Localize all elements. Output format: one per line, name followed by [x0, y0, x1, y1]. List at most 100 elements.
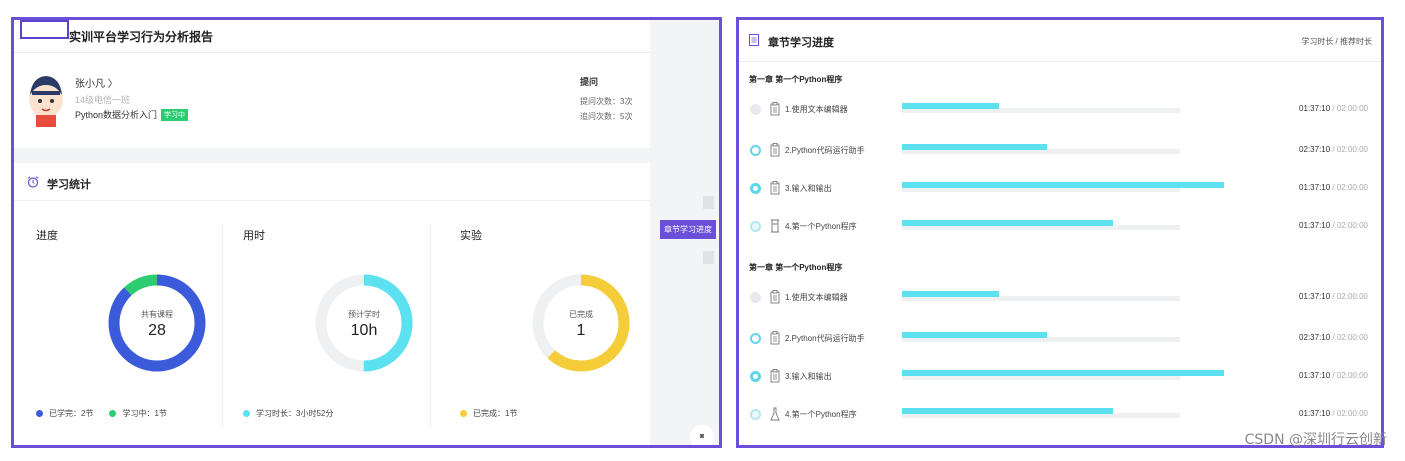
lesson-name: 1.使用文本编辑器 [785, 105, 848, 114]
time-title: 用时 [243, 230, 265, 242]
lesson-row[interactable]: 3.输入和输出 01:37:10 / 02:00:00 [739, 179, 1381, 199]
scroll-down-handle[interactable] [703, 251, 714, 264]
chapter-progress-button[interactable]: 章节学习进度 [660, 220, 716, 239]
column-divider [222, 223, 223, 428]
progress-stat: 进度 共有课程 28 已学完：2节 学习中：1节 [36, 201, 226, 445]
legend-dot [243, 410, 250, 417]
legend-experiment-label: 已完成：1节 [473, 409, 518, 418]
recommended-time: / 02:00:00 [1330, 333, 1368, 342]
study-time: 01:37:10 [1299, 104, 1331, 113]
lesson-name: 4.第一个Python程序 [785, 410, 857, 419]
legend-dot [36, 410, 43, 417]
study-time: 01:37:10 [1299, 183, 1331, 192]
progress-fill [902, 182, 1224, 188]
lesson-row[interactable]: 3.输入和输出 01:37:10 / 02:00:00 [739, 367, 1381, 387]
lesson-row[interactable]: 2.Python代码运行助手 02:37:10 / 02:00:00 [739, 329, 1381, 349]
document-icon [770, 369, 780, 383]
document-icon [770, 143, 780, 157]
chapter-title: 第一章 第一个Python程序 [749, 263, 843, 272]
progress-fill [902, 332, 1047, 338]
back-to-top-button[interactable]: ◙ [690, 425, 714, 445]
experiment-donut: 已完成 1 [530, 259, 632, 387]
legend-learning-label: 学习中：1节 [122, 409, 167, 418]
legend-learned: 已学完：2节 [36, 408, 93, 419]
time-legend: 学习时长：3小时52分 [243, 408, 333, 419]
recommended-time: / 02:00:00 [1330, 292, 1368, 301]
progress-donut: 共有课程 28 [106, 259, 208, 387]
report-header: 实训平台学习行为分析报告 [14, 20, 650, 53]
lesson-status-icon [750, 292, 761, 303]
column-divider [430, 223, 431, 428]
lesson-name: 2.Python代码运行助手 [785, 334, 865, 343]
progress-center-value: 28 [148, 322, 166, 339]
recommended-time: / 02:00:00 [1330, 409, 1368, 418]
progress-fill [902, 144, 1047, 150]
lesson-status-icon [750, 104, 761, 115]
lesson-time: 02:37:10 / 02:00:00 [1299, 145, 1368, 154]
study-time: 01:37:10 [1299, 221, 1331, 230]
time-stat: 用时 预计学时 10h 学习时长：3小时52分 [243, 201, 433, 445]
progress-center-label: 共有课程 [141, 310, 173, 319]
lesson-name: 2.Python代码运行助手 [785, 146, 865, 155]
progress-fill [902, 408, 1113, 414]
scroll-up-handle[interactable] [703, 196, 714, 209]
progress-fill [902, 103, 999, 109]
lesson-time: 01:37:10 / 02:00:00 [1299, 221, 1368, 230]
lesson-time: 02:37:10 / 02:00:00 [1299, 333, 1368, 342]
lab-icon [770, 219, 780, 233]
legend-dot [109, 410, 117, 417]
lesson-time: 01:37:10 / 02:00:00 [1299, 183, 1368, 192]
course-row: Python数据分析入门 学习中 [75, 108, 189, 121]
student-name[interactable]: 张小凡 〉 [75, 75, 118, 90]
document-icon [770, 181, 780, 195]
student-profile-card: 张小凡 〉 14级电信一班 Python数据分析入门 学习中 提问 提问次数：3… [14, 53, 650, 148]
time-center-value: 10h [350, 322, 378, 339]
lesson-row[interactable]: 4.第一个Python程序 01:37:10 / 02:00:00 [739, 405, 1381, 425]
lesson-row[interactable]: 2.Python代码运行助手 02:37:10 / 02:00:00 [739, 141, 1381, 161]
lesson-status-icon [750, 333, 761, 344]
course-name: Python数据分析入门 [75, 110, 158, 120]
lesson-row[interactable]: 1.使用文本编辑器 01:37:10 / 02:00:00 [739, 100, 1381, 120]
recommended-time: / 02:00:00 [1330, 221, 1368, 230]
recommended-time: / 02:00:00 [1330, 104, 1368, 113]
legend-learning: 学习中：1节 [109, 408, 167, 419]
experiment-center-value: 1 [576, 322, 586, 339]
progress-fill [902, 220, 1113, 226]
lesson-row[interactable]: 4.第一个Python程序 01:37:10 / 02:00:00 [739, 217, 1381, 237]
experiment-legend: 已完成：1节 [460, 408, 517, 419]
document-icon [770, 331, 780, 345]
question-count: 提问次数：3次 [580, 97, 633, 106]
study-time: 01:37:10 [1299, 409, 1331, 418]
study-time: 02:37:10 [1299, 333, 1331, 342]
progress-fill [902, 291, 999, 297]
student-class: 14级电信一班 [75, 95, 131, 105]
lesson-time: 01:37:10 / 02:00:00 [1299, 409, 1368, 418]
side-toolbar: 章节学习进度 ◙ [650, 20, 719, 445]
watermark: CSDN @深圳行云创新 [1244, 432, 1387, 448]
list-document-icon [749, 34, 759, 46]
legend-dot [460, 410, 467, 417]
report-panel: 实训平台学习行为分析报告 张小凡 〉 14级电信一班 Python数据分析入门 … [11, 17, 722, 448]
status-badge: 学习中 [161, 108, 189, 121]
experiment-title: 实验 [460, 230, 482, 242]
legend-learned-label: 已学完：2节 [49, 409, 94, 418]
lesson-status-icon [750, 221, 761, 232]
time-center-label: 预计学时 [348, 310, 380, 319]
report-title: 实训平台学习行为分析报告 [69, 30, 214, 44]
alarm-clock-icon [27, 176, 39, 188]
study-time: 01:37:10 [1299, 371, 1331, 380]
time-donut: 预计学时 10h [313, 259, 415, 387]
lesson-name: 1.使用文本编辑器 [785, 293, 848, 302]
follow-up-count: 追问次数：5次 [580, 112, 633, 121]
progress-title: 进度 [36, 230, 58, 242]
lesson-status-icon [750, 145, 761, 156]
lesson-status-icon [750, 183, 761, 194]
lesson-name: 3.输入和输出 [785, 184, 832, 193]
chapter-panel-header: 章节学习进度 学习时长 / 推荐时长 [739, 20, 1381, 62]
legend-experiment: 已完成：1节 [460, 408, 517, 419]
avatar [29, 76, 63, 127]
logo-placeholder [20, 20, 69, 39]
chapter-progress-panel: 章节学习进度 学习时长 / 推荐时长 第一章 第一个Python程序 1.使用文本… [736, 17, 1384, 448]
lesson-row[interactable]: 1.使用文本编辑器 01:37:10 / 02:00:00 [739, 288, 1381, 308]
study-time: 01:37:10 [1299, 292, 1331, 301]
